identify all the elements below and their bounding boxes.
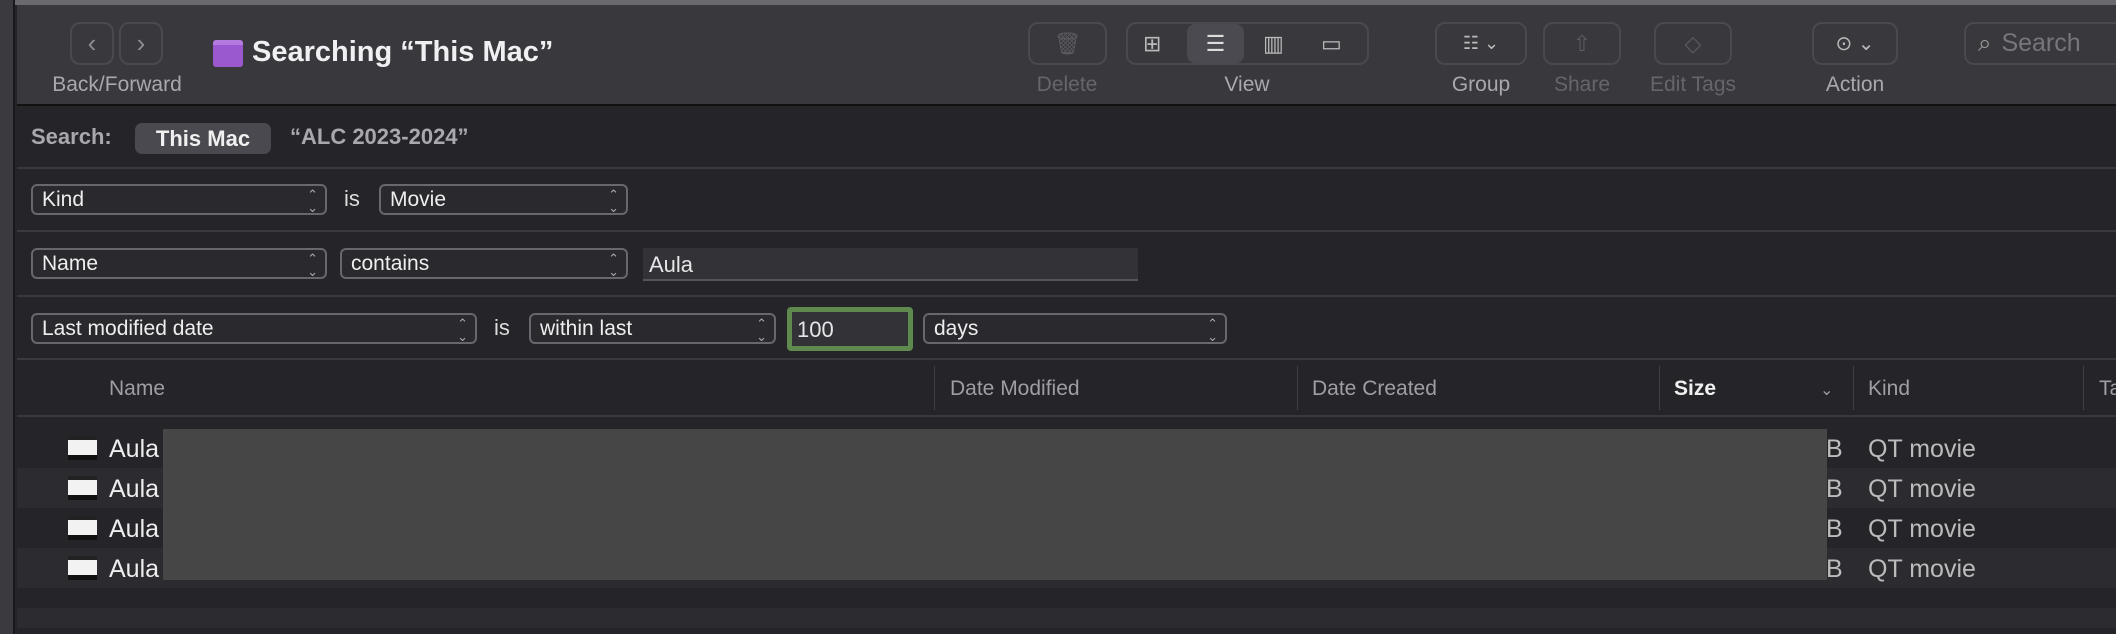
file-name: Aula <box>109 475 160 503</box>
name-text-field[interactable]: Aula <box>643 248 1138 281</box>
window-edge <box>0 0 15 634</box>
is-label: is <box>494 315 510 340</box>
value-popup[interactable]: Movie ⌃ ⌄ <box>379 184 628 215</box>
updown-chevron-icon: ⌃ ⌄ <box>756 316 767 344</box>
updown-chevron-icon: ⌃ ⌄ <box>307 251 318 279</box>
updown-chevron-icon: ⌃ ⌄ <box>608 187 619 215</box>
column-view-icon[interactable]: ▥ <box>1263 31 1284 57</box>
search-field[interactable]: ⌕ Search <box>1964 22 2116 65</box>
file-kind: QT movie <box>1868 435 1976 463</box>
sort-descending-icon[interactable]: ⌄ <box>1820 380 1833 400</box>
group-label: Group <box>1451 73 1511 96</box>
action-button[interactable]: ⊙ ⌄ <box>1812 22 1898 65</box>
popup-value: Name <box>42 252 99 275</box>
operator-popup[interactable]: within last ⌃ ⌄ <box>529 313 776 344</box>
empty-row <box>17 588 2116 608</box>
view-control: ⊞ ☰ ▥ ▭ <box>1126 22 1369 65</box>
share-button[interactable]: ⇧ <box>1543 22 1621 65</box>
file-name: Aula <box>109 435 160 463</box>
updown-chevron-icon: ⌃ ⌄ <box>608 251 619 279</box>
back-forward-label: Back/Forward <box>52 73 182 96</box>
column-divider[interactable] <box>1659 366 1660 410</box>
edit-tags-label: Edit Tags <box>1650 73 1736 96</box>
delete-button[interactable]: 🗑 <box>1028 22 1107 65</box>
column-size[interactable]: Size <box>1674 377 1716 401</box>
ellipsis-circle-icon: ⊙ ⌄ <box>1835 33 1875 55</box>
file-size: B <box>1826 555 1843 583</box>
smart-folder-icon <box>213 40 243 67</box>
popup-value: contains <box>351 252 430 275</box>
column-kind[interactable]: Kind <box>1868 377 1910 401</box>
list-view-icon[interactable]: ☰ <box>1187 24 1244 63</box>
empty-row <box>17 608 2116 628</box>
trash-icon: 🗑 <box>1053 30 1082 56</box>
file-size: B <box>1826 475 1843 503</box>
share-icon: ⇧ <box>1572 30 1592 56</box>
file-kind: QT movie <box>1868 515 1976 543</box>
column-divider[interactable] <box>1297 366 1298 410</box>
popup-value: within last <box>540 317 633 340</box>
file-size: B <box>1826 515 1843 543</box>
operator-popup[interactable]: contains ⌃ ⌄ <box>340 248 628 279</box>
column-date-created[interactable]: Date Created <box>1312 377 1437 401</box>
icon-view-icon[interactable]: ⊞ <box>1143 31 1161 57</box>
days-number-field[interactable]: 100 <box>787 307 913 351</box>
attribute-popup[interactable]: Kind ⌃ ⌄ <box>31 184 327 215</box>
forward-button[interactable]: › <box>119 22 163 65</box>
file-name: Aula <box>109 515 160 543</box>
search-label: Search: <box>31 124 112 149</box>
group-icon: ☷ ⌄ <box>1462 33 1500 53</box>
delete-label: Delete <box>1036 73 1098 96</box>
popup-value: Last modified date <box>42 317 214 340</box>
column-divider[interactable] <box>934 366 935 410</box>
gallery-view-icon[interactable]: ▭ <box>1321 31 1342 57</box>
column-header: Name Date Modified Date Created Size ⌄ K… <box>17 360 2116 417</box>
operator-label: is <box>344 186 360 211</box>
updown-chevron-icon: ⌃ ⌄ <box>457 316 468 344</box>
scope-this-mac[interactable]: This Mac <box>135 123 271 154</box>
column-name[interactable]: Name <box>109 377 165 401</box>
file-name: Aula <box>109 555 160 583</box>
action-label: Action <box>1825 73 1885 96</box>
movie-thumbnail-icon <box>68 516 97 540</box>
column-tags[interactable]: Ta <box>2099 377 2116 401</box>
group-button[interactable]: ☷ ⌄ <box>1435 22 1527 65</box>
back-button[interactable]: ‹ <box>70 22 114 65</box>
edit-tags-button[interactable]: ◇ <box>1654 22 1732 65</box>
search-placeholder: Search <box>2001 29 2081 57</box>
share-label: Share <box>1553 73 1611 96</box>
popup-value: Movie <box>390 188 447 211</box>
attribute-popup[interactable]: Name ⌃ ⌄ <box>31 248 327 279</box>
updown-chevron-icon: ⌃ ⌄ <box>1207 316 1218 344</box>
updown-chevron-icon: ⌃ ⌄ <box>307 187 318 215</box>
search-icon: ⌕ <box>1978 29 1992 57</box>
criteria-row <box>17 169 2116 232</box>
tag-icon: ◇ <box>1684 30 1702 56</box>
file-kind: QT movie <box>1868 555 1976 583</box>
file-size: B <box>1826 435 1843 463</box>
chevron-left-icon: ‹ <box>87 28 97 58</box>
column-divider[interactable] <box>2083 366 2084 410</box>
popup-value: Kind <box>42 188 85 211</box>
column-divider[interactable] <box>1853 366 1854 410</box>
unit-popup[interactable]: days ⌃ ⌄ <box>923 313 1227 344</box>
file-kind: QT movie <box>1868 475 1976 503</box>
movie-thumbnail-icon <box>68 556 97 580</box>
view-label: View <box>1224 73 1270 96</box>
column-date-modified[interactable]: Date Modified <box>950 377 1080 401</box>
movie-thumbnail-icon <box>68 476 97 500</box>
scope-folder[interactable]: “ALC 2023-2024” <box>290 124 469 150</box>
chevron-right-icon: › <box>136 28 146 58</box>
redaction-box <box>163 429 1827 580</box>
popup-value: days <box>934 317 979 340</box>
movie-thumbnail-icon <box>68 436 97 460</box>
attribute-popup[interactable]: Last modified date ⌃ ⌄ <box>31 313 477 344</box>
window-title: Searching “This Mac” <box>252 36 554 68</box>
